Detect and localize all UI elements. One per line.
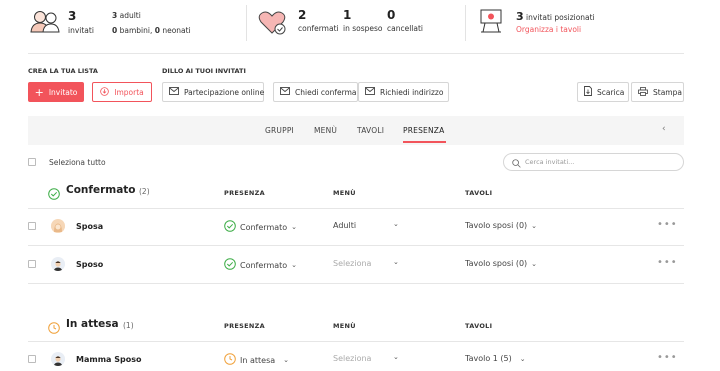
- chevron-down-icon[interactable]: ⌄: [393, 353, 399, 361]
- column-menu: MENÙ: [333, 189, 356, 197]
- header-divider: [28, 53, 684, 54]
- download-button[interactable]: Scarica: [577, 82, 629, 102]
- select-all-checkbox[interactable]: [28, 158, 36, 166]
- column-menu: MENÙ: [333, 322, 356, 330]
- file-download-icon: [584, 86, 592, 98]
- download-circle-icon: [100, 86, 110, 98]
- add-guest-button[interactable]: + Invitato: [28, 82, 84, 102]
- chevron-down-icon: ⌄: [283, 356, 290, 364]
- chevron-down-icon[interactable]: ⌄: [393, 258, 399, 266]
- heart-check-icon: [258, 10, 288, 40]
- table-dropdown[interactable]: Tavolo 1 (5) ⌄: [465, 354, 526, 363]
- confirmed-check-icon: [224, 220, 236, 234]
- envelope-icon: [280, 87, 290, 97]
- ask-confirmation-button[interactable]: Chiedi conferma: [273, 82, 358, 102]
- row-divider: [28, 208, 684, 209]
- invited-label: invitati: [68, 26, 94, 35]
- row-divider: [28, 245, 684, 246]
- guests-icon: [28, 10, 62, 38]
- adults-summary: 3 adulti: [112, 11, 141, 20]
- plus-icon: +: [34, 85, 44, 99]
- select-all-label: Seleziona tutto: [49, 158, 106, 167]
- column-presence: PRESENZA: [224, 322, 265, 330]
- pending-clock-icon: [224, 353, 236, 367]
- tab-tables[interactable]: TAVOLI: [357, 126, 384, 135]
- column-tables: TAVOLI: [465, 322, 493, 330]
- row-checkbox[interactable]: [28, 355, 36, 363]
- row-divider: [28, 283, 684, 284]
- stats-divider: [246, 5, 247, 41]
- chevron-down-icon: ⌄: [291, 223, 298, 231]
- tab-bar: [28, 116, 684, 145]
- seated-summary: 3 invitati posizionati: [516, 10, 595, 23]
- print-button[interactable]: Stampa: [631, 82, 684, 102]
- menu-dropdown[interactable]: Seleziona: [333, 259, 371, 268]
- guest-name: Sposo: [76, 260, 104, 269]
- table-dropdown[interactable]: Tavolo sposi (0) ⌄: [465, 259, 537, 268]
- tab-presence[interactable]: PRESENZA: [403, 126, 444, 135]
- cancelled-count: 0: [387, 8, 396, 22]
- row-divider: [28, 341, 684, 342]
- children-summary: 0 bambini, 0 neonati: [112, 26, 191, 35]
- groom-avatar: [51, 352, 65, 366]
- pending-count: 1: [343, 8, 352, 22]
- cancelled-label: cancellati: [387, 24, 423, 33]
- online-rsvp-button[interactable]: Partecipazione online: [162, 82, 264, 102]
- column-tables: TAVOLI: [465, 189, 493, 197]
- confirmed-check-icon: [48, 185, 60, 204]
- group-count-confirmed: (2): [139, 187, 150, 196]
- chevron-left-icon[interactable]: ‹: [662, 124, 666, 134]
- groom-avatar: [51, 257, 65, 271]
- pending-clock-icon: [48, 319, 60, 338]
- more-options-icon[interactable]: •••: [657, 257, 678, 268]
- presence-dropdown[interactable]: In attesa ⌄: [224, 353, 289, 367]
- search-input[interactable]: Cerca invitati...: [503, 153, 684, 171]
- confirmed-count: 2: [298, 8, 307, 22]
- chevron-down-icon: ⌄: [531, 221, 538, 230]
- presence-dropdown[interactable]: Confermato ⌄: [224, 258, 297, 272]
- chevron-down-icon[interactable]: ⌄: [393, 220, 399, 228]
- ask-address-button[interactable]: Richiedi indirizzo: [358, 82, 449, 102]
- search-icon: [512, 153, 521, 172]
- envelope-icon: [365, 87, 375, 97]
- guest-name: Sposa: [76, 222, 104, 231]
- row-checkbox[interactable]: [28, 222, 36, 230]
- pending-label: in sospeso: [343, 24, 383, 33]
- tab-menu[interactable]: MENÙ: [314, 126, 337, 135]
- invited-count: 3: [68, 9, 77, 23]
- printer-icon: [638, 86, 648, 98]
- import-button[interactable]: Importa: [92, 82, 152, 102]
- chevron-down-icon: ⌄: [291, 261, 298, 269]
- guest-name: Mamma Sposo: [76, 355, 142, 364]
- group-title-confirmed: Confermato: [66, 184, 136, 196]
- table-dropdown[interactable]: Tavolo sposi (0) ⌄: [465, 221, 537, 230]
- menu-dropdown[interactable]: Seleziona: [333, 354, 371, 363]
- confirmed-label: confermati: [298, 24, 339, 33]
- menu-dropdown[interactable]: Adulti: [333, 221, 356, 230]
- seating-plan-icon: [479, 8, 503, 38]
- presence-dropdown[interactable]: Confermato ⌄: [224, 220, 297, 234]
- chevron-down-icon: ⌄: [531, 259, 538, 268]
- group-count-pending: (1): [123, 321, 134, 330]
- envelope-icon: [169, 87, 179, 97]
- chevron-down-icon: ⌄: [519, 354, 526, 363]
- active-tab-indicator: [403, 141, 446, 143]
- more-options-icon[interactable]: •••: [657, 352, 678, 363]
- create-list-title: CREA LA TUA LISTA: [28, 67, 98, 75]
- organize-tables-link[interactable]: Organizza i tavoli: [516, 25, 581, 34]
- column-presence: PRESENZA: [224, 189, 265, 197]
- stats-divider: [465, 5, 466, 41]
- group-title-pending: In attesa: [66, 318, 119, 330]
- bride-avatar: [51, 219, 65, 233]
- row-checkbox[interactable]: [28, 260, 36, 268]
- invite-guests-title: DILLO AI TUOI INVITATI: [162, 67, 246, 75]
- confirmed-check-icon: [224, 258, 236, 272]
- tab-groups[interactable]: GRUPPI: [265, 126, 294, 135]
- search-placeholder: Cerca invitati...: [525, 158, 575, 166]
- more-options-icon[interactable]: •••: [657, 219, 678, 230]
